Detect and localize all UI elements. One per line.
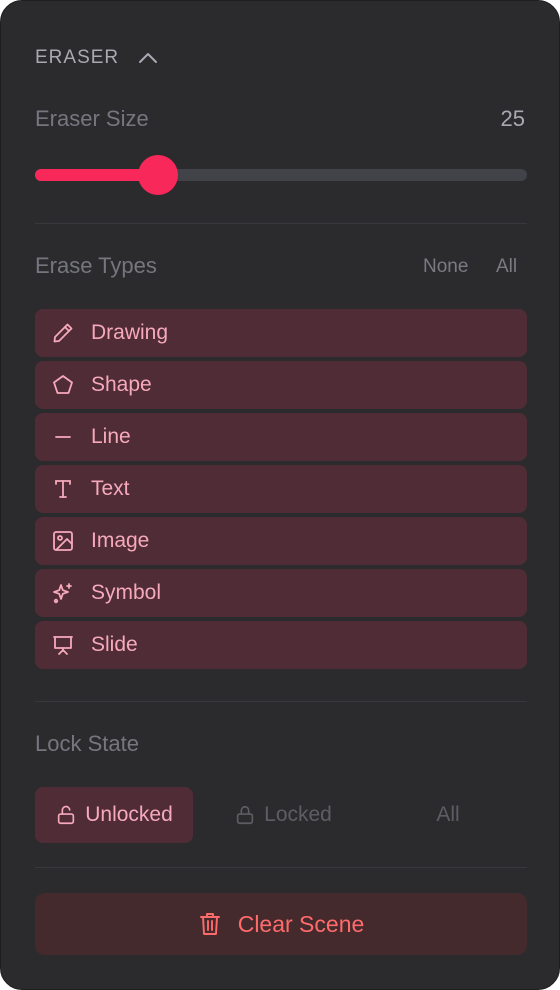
line-icon [51, 425, 75, 449]
erase-type-symbol[interactable]: Symbol [35, 569, 527, 617]
erase-types-label: Erase Types [35, 253, 157, 278]
divider [35, 223, 527, 224]
lock-state-unlocked-button[interactable]: Unlocked [35, 787, 193, 843]
eraser-size-label: Eraser Size [35, 106, 149, 131]
pencil-icon [51, 321, 75, 345]
erase-type-text[interactable]: Text [35, 465, 527, 513]
slider-thumb[interactable] [138, 155, 178, 195]
erase-type-label: Drawing [91, 321, 169, 344]
panel-header: ERASER [35, 45, 159, 71]
erase-type-label: Slide [91, 633, 138, 656]
clear-scene-button[interactable]: Clear Scene [35, 893, 527, 955]
text-icon [51, 477, 75, 501]
clear-scene-label: Clear Scene [237, 910, 365, 937]
lock-option-label: Unlocked [85, 803, 173, 826]
lock-state-locked-button[interactable]: Locked [213, 787, 353, 843]
erase-type-label: Symbol [91, 581, 162, 604]
erase-type-label: Image [91, 529, 150, 552]
chevron-up-icon[interactable] [137, 47, 159, 69]
erase-type-shape[interactable]: Shape [35, 361, 527, 409]
lock-state-label: Lock State [35, 731, 139, 756]
eraser-panel: ERASER Eraser Size 25 Erase Types None A… [0, 0, 560, 990]
eraser-size-value: 25 [500, 106, 525, 131]
select-none-link[interactable]: None [423, 256, 468, 278]
pentagon-icon [51, 373, 75, 397]
erase-type-image[interactable]: Image [35, 517, 527, 565]
lock-icon [234, 804, 256, 826]
sparkles-icon [51, 581, 75, 605]
panel-title: ERASER [35, 47, 120, 68]
erase-type-drawing[interactable]: Drawing [35, 309, 527, 357]
select-all-link[interactable]: All [496, 256, 517, 278]
eraser-size-slider[interactable] [35, 153, 527, 197]
unlock-icon [55, 804, 77, 826]
erase-types-list: Drawing Shape Line Text Image Symbol Sli… [35, 309, 527, 673]
lock-option-label: All [436, 803, 460, 826]
lock-option-label: Locked [264, 803, 332, 826]
divider [35, 867, 527, 868]
erase-type-line[interactable]: Line [35, 413, 527, 461]
erase-type-slide[interactable]: Slide [35, 621, 527, 669]
trash-icon [198, 911, 222, 937]
erase-type-label: Shape [91, 373, 152, 396]
image-icon [51, 529, 75, 553]
erase-type-label: Line [91, 425, 131, 448]
erase-type-label: Text [91, 477, 130, 500]
lock-state-all-button[interactable]: All [375, 787, 521, 843]
presentation-icon [51, 633, 75, 657]
divider [35, 701, 527, 702]
